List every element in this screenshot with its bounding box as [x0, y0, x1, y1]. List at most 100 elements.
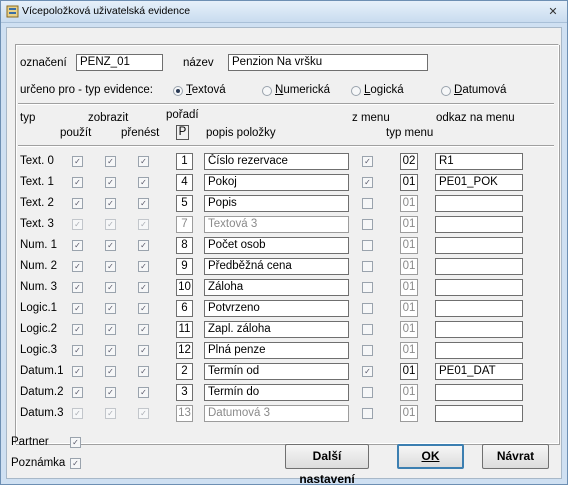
row-pouzit-checkbox[interactable]: ✓ [72, 324, 83, 335]
row-typmenu-input[interactable]: 01 [400, 258, 418, 275]
row-prenest-checkbox[interactable]: ✓ [138, 261, 149, 272]
row-zmenu-checkbox[interactable]: ✓ [362, 345, 373, 356]
row-typmenu-input[interactable]: 01 [400, 321, 418, 338]
row-typmenu-input[interactable]: 01 [400, 237, 418, 254]
row-typmenu-input[interactable]: 01 [400, 174, 418, 191]
row-odkaz-input[interactable] [435, 237, 523, 254]
row-zobrazit-checkbox[interactable]: ✓ [105, 261, 116, 272]
row-prenest-checkbox[interactable]: ✓ [138, 198, 149, 209]
row-typmenu-input[interactable]: 01 [400, 300, 418, 317]
row-popis-input[interactable]: Zapl. záloha [204, 321, 349, 338]
row-zobrazit-checkbox[interactable]: ✓ [105, 366, 116, 377]
row-prenest-checkbox[interactable]: ✓ [138, 177, 149, 188]
row-prenest-checkbox[interactable]: ✓ [138, 219, 149, 230]
row-zmenu-checkbox[interactable]: ✓ [362, 303, 373, 314]
row-pouzit-checkbox[interactable]: ✓ [72, 387, 83, 398]
row-odkaz-input[interactable] [435, 300, 523, 317]
row-poradi-input[interactable]: 4 [176, 174, 193, 191]
row-typmenu-input[interactable]: 01 [400, 195, 418, 212]
row-poradi-input[interactable]: 2 [176, 363, 193, 380]
row-popis-input[interactable]: Počet osob [204, 237, 349, 254]
row-popis-input[interactable]: Pokoj [204, 174, 349, 191]
row-odkaz-input[interactable] [435, 321, 523, 338]
radio-textova-label[interactable]: Textová [186, 84, 226, 96]
row-poradi-input[interactable]: 10 [176, 279, 193, 296]
row-prenest-checkbox[interactable]: ✓ [138, 156, 149, 167]
row-pouzit-checkbox[interactable]: ✓ [72, 282, 83, 293]
row-zmenu-checkbox[interactable]: ✓ [362, 240, 373, 251]
dalsi-nastaveni-button[interactable]: Další nastavení [285, 444, 369, 486]
row-zmenu-checkbox[interactable]: ✓ [362, 366, 373, 377]
row-zmenu-checkbox[interactable]: ✓ [362, 156, 373, 167]
radio-textova[interactable] [173, 86, 183, 96]
navrat-button[interactable]: Návrat [482, 444, 549, 469]
row-odkaz-input[interactable] [435, 342, 523, 359]
row-pouzit-checkbox[interactable]: ✓ [72, 303, 83, 314]
row-zobrazit-checkbox[interactable]: ✓ [105, 198, 116, 209]
row-prenest-checkbox[interactable]: ✓ [138, 345, 149, 356]
row-pouzit-checkbox[interactable]: ✓ [72, 345, 83, 356]
row-popis-input[interactable]: Předběžná cena [204, 258, 349, 275]
row-pouzit-checkbox[interactable]: ✓ [72, 366, 83, 377]
row-odkaz-input[interactable] [435, 405, 523, 422]
row-zobrazit-checkbox[interactable]: ✓ [105, 408, 116, 419]
row-zobrazit-checkbox[interactable]: ✓ [105, 240, 116, 251]
row-poradi-input[interactable]: 12 [176, 342, 193, 359]
radio-logicka-label[interactable]: Logická [364, 84, 404, 96]
row-typmenu-input[interactable]: 02 [400, 153, 418, 170]
row-popis-input[interactable]: Číslo rezervace [204, 153, 349, 170]
row-pouzit-checkbox[interactable]: ✓ [72, 219, 83, 230]
row-poradi-input[interactable]: 1 [176, 153, 193, 170]
row-popis-input[interactable]: Záloha [204, 279, 349, 296]
title-bar[interactable]: Vícepoložková uživatelská evidence ✕ [1, 1, 567, 23]
row-zmenu-checkbox[interactable]: ✓ [362, 324, 373, 335]
row-poradi-input[interactable]: 9 [176, 258, 193, 275]
nazev-input[interactable]: Penzion Na vršku [228, 54, 428, 71]
row-poradi-input[interactable]: 6 [176, 300, 193, 317]
row-prenest-checkbox[interactable]: ✓ [138, 240, 149, 251]
row-zmenu-checkbox[interactable]: ✓ [362, 282, 373, 293]
row-odkaz-input[interactable] [435, 384, 523, 401]
poznamka-checkbox[interactable]: ✓ [70, 458, 81, 469]
row-pouzit-checkbox[interactable]: ✓ [72, 177, 83, 188]
row-popis-input[interactable]: Termín do [204, 384, 349, 401]
row-prenest-checkbox[interactable]: ✓ [138, 303, 149, 314]
row-odkaz-input[interactable] [435, 216, 523, 233]
row-popis-input[interactable]: Plná penze [204, 342, 349, 359]
row-zobrazit-checkbox[interactable]: ✓ [105, 303, 116, 314]
row-typmenu-input[interactable]: 01 [400, 405, 418, 422]
row-pouzit-checkbox[interactable]: ✓ [72, 261, 83, 272]
row-zmenu-checkbox[interactable]: ✓ [362, 261, 373, 272]
row-poradi-input[interactable]: 5 [176, 195, 193, 212]
row-popis-input[interactable]: Datumová 3 [204, 405, 349, 422]
row-zmenu-checkbox[interactable]: ✓ [362, 387, 373, 398]
row-odkaz-input[interactable] [435, 279, 523, 296]
row-odkaz-input[interactable]: PE01_DAT [435, 363, 523, 380]
row-popis-input[interactable]: Textová 3 [204, 216, 349, 233]
row-zobrazit-checkbox[interactable]: ✓ [105, 282, 116, 293]
row-pouzit-checkbox[interactable]: ✓ [72, 408, 83, 419]
radio-numericka-label[interactable]: Numerická [275, 84, 330, 96]
radio-numericka[interactable] [262, 86, 272, 96]
row-popis-input[interactable]: Potvrzeno [204, 300, 349, 317]
radio-datumova-label[interactable]: Datumová [454, 84, 506, 96]
row-zobrazit-checkbox[interactable]: ✓ [105, 324, 116, 335]
row-zmenu-checkbox[interactable]: ✓ [362, 198, 373, 209]
row-zobrazit-checkbox[interactable]: ✓ [105, 177, 116, 188]
row-poradi-input[interactable]: 13 [176, 405, 193, 422]
row-typmenu-input[interactable]: 01 [400, 384, 418, 401]
poradi-sort-button[interactable]: P [176, 125, 189, 140]
row-popis-input[interactable]: Popis [204, 195, 349, 212]
row-poradi-input[interactable]: 3 [176, 384, 193, 401]
row-prenest-checkbox[interactable]: ✓ [138, 324, 149, 335]
row-zmenu-checkbox[interactable]: ✓ [362, 408, 373, 419]
partner-checkbox[interactable]: ✓ [70, 437, 81, 448]
ok-button[interactable]: OK [397, 444, 464, 469]
oznaceni-input[interactable]: PENZ_01 [76, 54, 163, 71]
row-zmenu-checkbox[interactable]: ✓ [362, 177, 373, 188]
radio-logicka[interactable] [351, 86, 361, 96]
row-poradi-input[interactable]: 11 [176, 321, 193, 338]
row-typmenu-input[interactable]: 01 [400, 363, 418, 380]
row-poradi-input[interactable]: 8 [176, 237, 193, 254]
row-pouzit-checkbox[interactable]: ✓ [72, 156, 83, 167]
